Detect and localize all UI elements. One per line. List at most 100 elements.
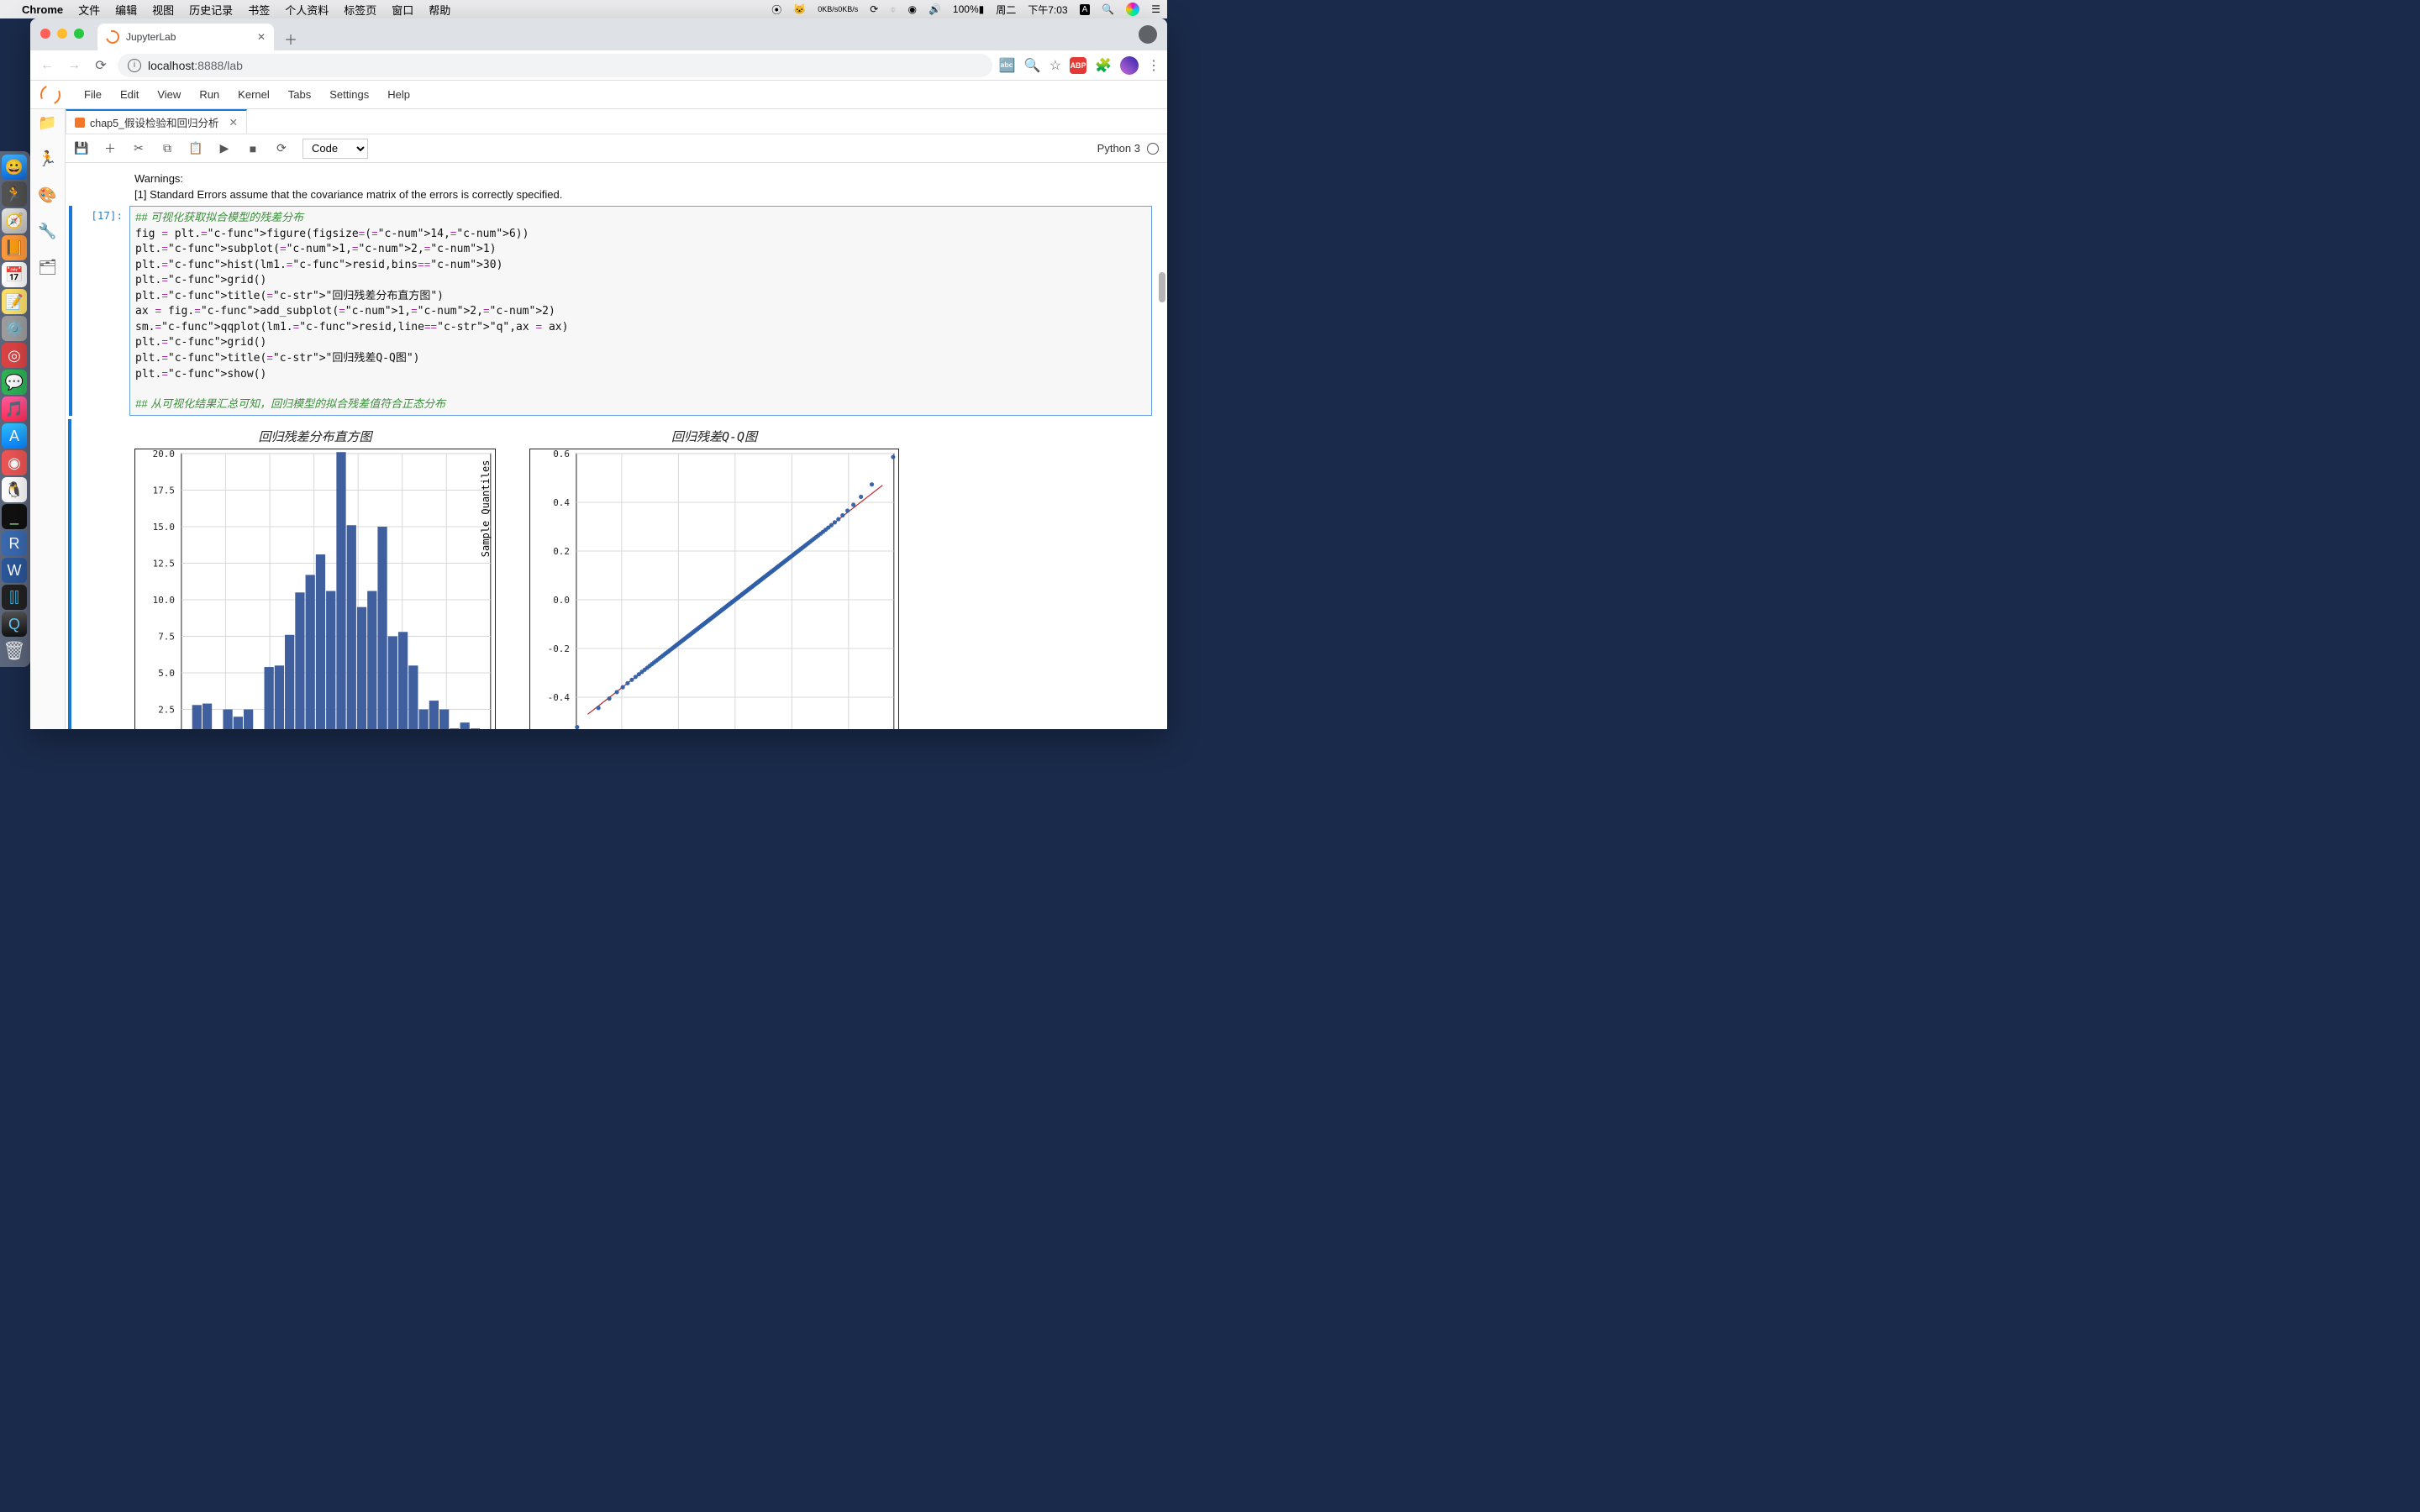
mac-menu-profiles[interactable]: 个人资料 xyxy=(285,2,329,18)
notebook-tab-close-icon[interactable]: ✕ xyxy=(229,116,238,129)
date-day[interactable]: 周二 xyxy=(996,3,1016,17)
siri-icon[interactable] xyxy=(1126,3,1139,16)
mac-menu-help[interactable]: 帮助 xyxy=(429,2,450,18)
jmenu-settings[interactable]: Settings xyxy=(329,88,369,101)
jmenu-help[interactable]: Help xyxy=(387,88,410,101)
dock-finder[interactable]: 😀 xyxy=(2,155,27,180)
abp-extension-icon[interactable]: ABP xyxy=(1070,57,1086,74)
mac-menu-history[interactable]: 历史记录 xyxy=(189,2,233,18)
mac-menu-file[interactable]: 文件 xyxy=(78,2,100,18)
mac-app-name[interactable]: Chrome xyxy=(22,3,63,16)
browser-tab[interactable]: JupyterLab ✕ xyxy=(97,24,274,50)
wifi-icon[interactable]: ◉ xyxy=(908,3,916,15)
zoom-icon[interactable]: 🔍 xyxy=(1024,57,1041,74)
mac-menu-bookmarks[interactable]: 书签 xyxy=(248,2,270,18)
jmenu-view[interactable]: View xyxy=(157,88,181,101)
celltype-select[interactable]: Code xyxy=(302,139,368,159)
jupyter-tabbar: chap5_假设检验和回归分析 ✕ xyxy=(66,109,1167,134)
kernel-name[interactable]: Python 3 xyxy=(1097,142,1140,155)
back-button[interactable]: ← xyxy=(37,55,57,76)
code-cell[interactable]: ## 可视化获取拟合模型的残差分布 fig = plt.="c-func">fi… xyxy=(129,206,1152,416)
dock-wechat[interactable]: 💬 xyxy=(2,370,27,395)
save-icon[interactable]: 💾 xyxy=(74,141,89,156)
restart-icon[interactable]: ⟳ xyxy=(274,141,289,156)
jupyter-favicon xyxy=(103,28,122,46)
address-bar[interactable]: i localhost:8888/lab xyxy=(118,54,992,77)
sync-icon[interactable]: ⟳ xyxy=(870,3,878,15)
paste-icon[interactable]: 📋 xyxy=(188,141,203,156)
notebook-tab[interactable]: chap5_假设检验和回归分析 ✕ xyxy=(66,109,247,134)
notebook-toolbar: 💾 ＋ ✂ ⧉ 📋 ▶ ■ ⟳ Code Python 3 xyxy=(66,134,1167,163)
stop-icon[interactable]: ■ xyxy=(245,141,260,156)
jmenu-edit[interactable]: Edit xyxy=(120,88,139,101)
dock-app2[interactable]: ◉ xyxy=(2,450,27,475)
mac-menu-tabs[interactable]: 标签页 xyxy=(344,2,376,18)
dock-notes[interactable]: 📝 xyxy=(2,289,27,314)
translate-icon[interactable]: 🔤 xyxy=(999,57,1016,74)
extensionmgr-icon[interactable]: 🗂 xyxy=(38,259,57,276)
add-cell-icon[interactable]: ＋ xyxy=(103,141,118,156)
jmenu-file[interactable]: File xyxy=(84,88,102,101)
profile-indicator[interactable] xyxy=(1139,25,1157,44)
mac-menu-window[interactable]: 窗口 xyxy=(392,2,413,18)
jupyter-left-sidebar: 📁 🏃 🎨 🔧 🗂 xyxy=(30,109,66,729)
kernel-status-icon[interactable] xyxy=(1147,143,1159,155)
run-icon[interactable]: ▶ xyxy=(217,141,232,156)
control-center-icon[interactable]: ☰ xyxy=(1151,3,1160,15)
svg-text:7.5: 7.5 xyxy=(158,632,175,643)
filebrowser-icon[interactable]: 📁 xyxy=(38,114,56,132)
dock-terminal[interactable]: _ xyxy=(2,504,27,529)
dock-app1[interactable]: ◎ xyxy=(2,343,27,368)
notebook-body[interactable]: Warnings: [1] Standard Errors assume tha… xyxy=(66,163,1167,729)
bluetooth-icon[interactable]: ⌽ xyxy=(890,3,896,16)
dock-rstudio[interactable]: R xyxy=(2,531,27,556)
chrome-tabstrip: JupyterLab ✕ ＋ xyxy=(30,18,1167,50)
site-info-icon[interactable]: i xyxy=(128,59,141,72)
dock-qq[interactable]: 🐧 xyxy=(2,477,27,502)
mac-menu-edit[interactable]: 编辑 xyxy=(115,2,137,18)
dock-trash[interactable]: 🗑 xyxy=(2,638,27,664)
copy-icon[interactable]: ⧉ xyxy=(160,141,175,156)
dock-calendar[interactable]: 📅 xyxy=(2,262,27,287)
new-tab-button[interactable]: ＋ xyxy=(279,27,302,50)
dock-appstore[interactable]: A xyxy=(2,423,27,449)
jupyter-logo[interactable] xyxy=(38,81,64,108)
window-minimize[interactable] xyxy=(57,29,67,39)
dock-sysprefs[interactable]: ⚙️ xyxy=(2,316,27,341)
cut-icon[interactable]: ✂ xyxy=(131,141,146,156)
profile-avatar[interactable] xyxy=(1120,56,1139,75)
running-icon[interactable]: 🏃 xyxy=(38,150,56,168)
forward-button[interactable]: → xyxy=(64,55,84,76)
chrome-menu-icon[interactable]: ⋮ xyxy=(1147,57,1160,74)
window-close[interactable] xyxy=(40,29,50,39)
netspeed-indicator: 0KB/s0KB/s xyxy=(818,6,858,13)
screenrec-icon[interactable]: ⦿ xyxy=(771,3,781,17)
star-icon[interactable]: ☆ xyxy=(1050,57,1061,74)
window-maximize[interactable] xyxy=(74,29,84,39)
dock-books[interactable]: 📙 xyxy=(2,235,27,260)
scrollbar[interactable] xyxy=(1157,272,1165,729)
tab-close-icon[interactable]: ✕ xyxy=(257,31,266,43)
dock-quicktime[interactable]: Q xyxy=(2,612,27,637)
input-source-icon[interactable]: A xyxy=(1080,4,1091,15)
histogram-chart: 回归残差分布直方图 2.55.07.510.012.515.017.520.0 xyxy=(134,428,496,729)
spotlight-icon[interactable]: 🔍 xyxy=(1102,3,1114,15)
volume-icon[interactable]: 🔊 xyxy=(929,3,941,15)
mac-menu-view[interactable]: 视图 xyxy=(152,2,174,18)
cat-icon[interactable]: 🐱 xyxy=(793,3,806,15)
clock[interactable]: 下午7:03 xyxy=(1028,3,1067,17)
extensions-icon[interactable]: 🧩 xyxy=(1095,57,1112,74)
dock-running-man[interactable]: 🏃 xyxy=(2,181,27,207)
battery-indicator[interactable]: 100% ▮ xyxy=(953,3,984,15)
dock-word[interactable]: W xyxy=(2,558,27,583)
commands-icon[interactable]: 🎨 xyxy=(38,186,56,204)
jmenu-kernel[interactable]: Kernel xyxy=(238,88,270,101)
jmenu-tabs[interactable]: Tabs xyxy=(288,88,311,101)
dock-netease[interactable]: 🎵 xyxy=(2,396,27,422)
reload-button[interactable]: ⟳ xyxy=(91,55,111,76)
toc-icon[interactable]: 🔧 xyxy=(38,223,56,240)
dock-safari[interactable]: 🧭 xyxy=(2,208,27,234)
dock-activity[interactable]: ⫿⫿ xyxy=(2,585,27,610)
chrome-window: JupyterLab ✕ ＋ ← → ⟳ i localhost:8888/la… xyxy=(30,18,1167,729)
jmenu-run[interactable]: Run xyxy=(199,88,219,101)
